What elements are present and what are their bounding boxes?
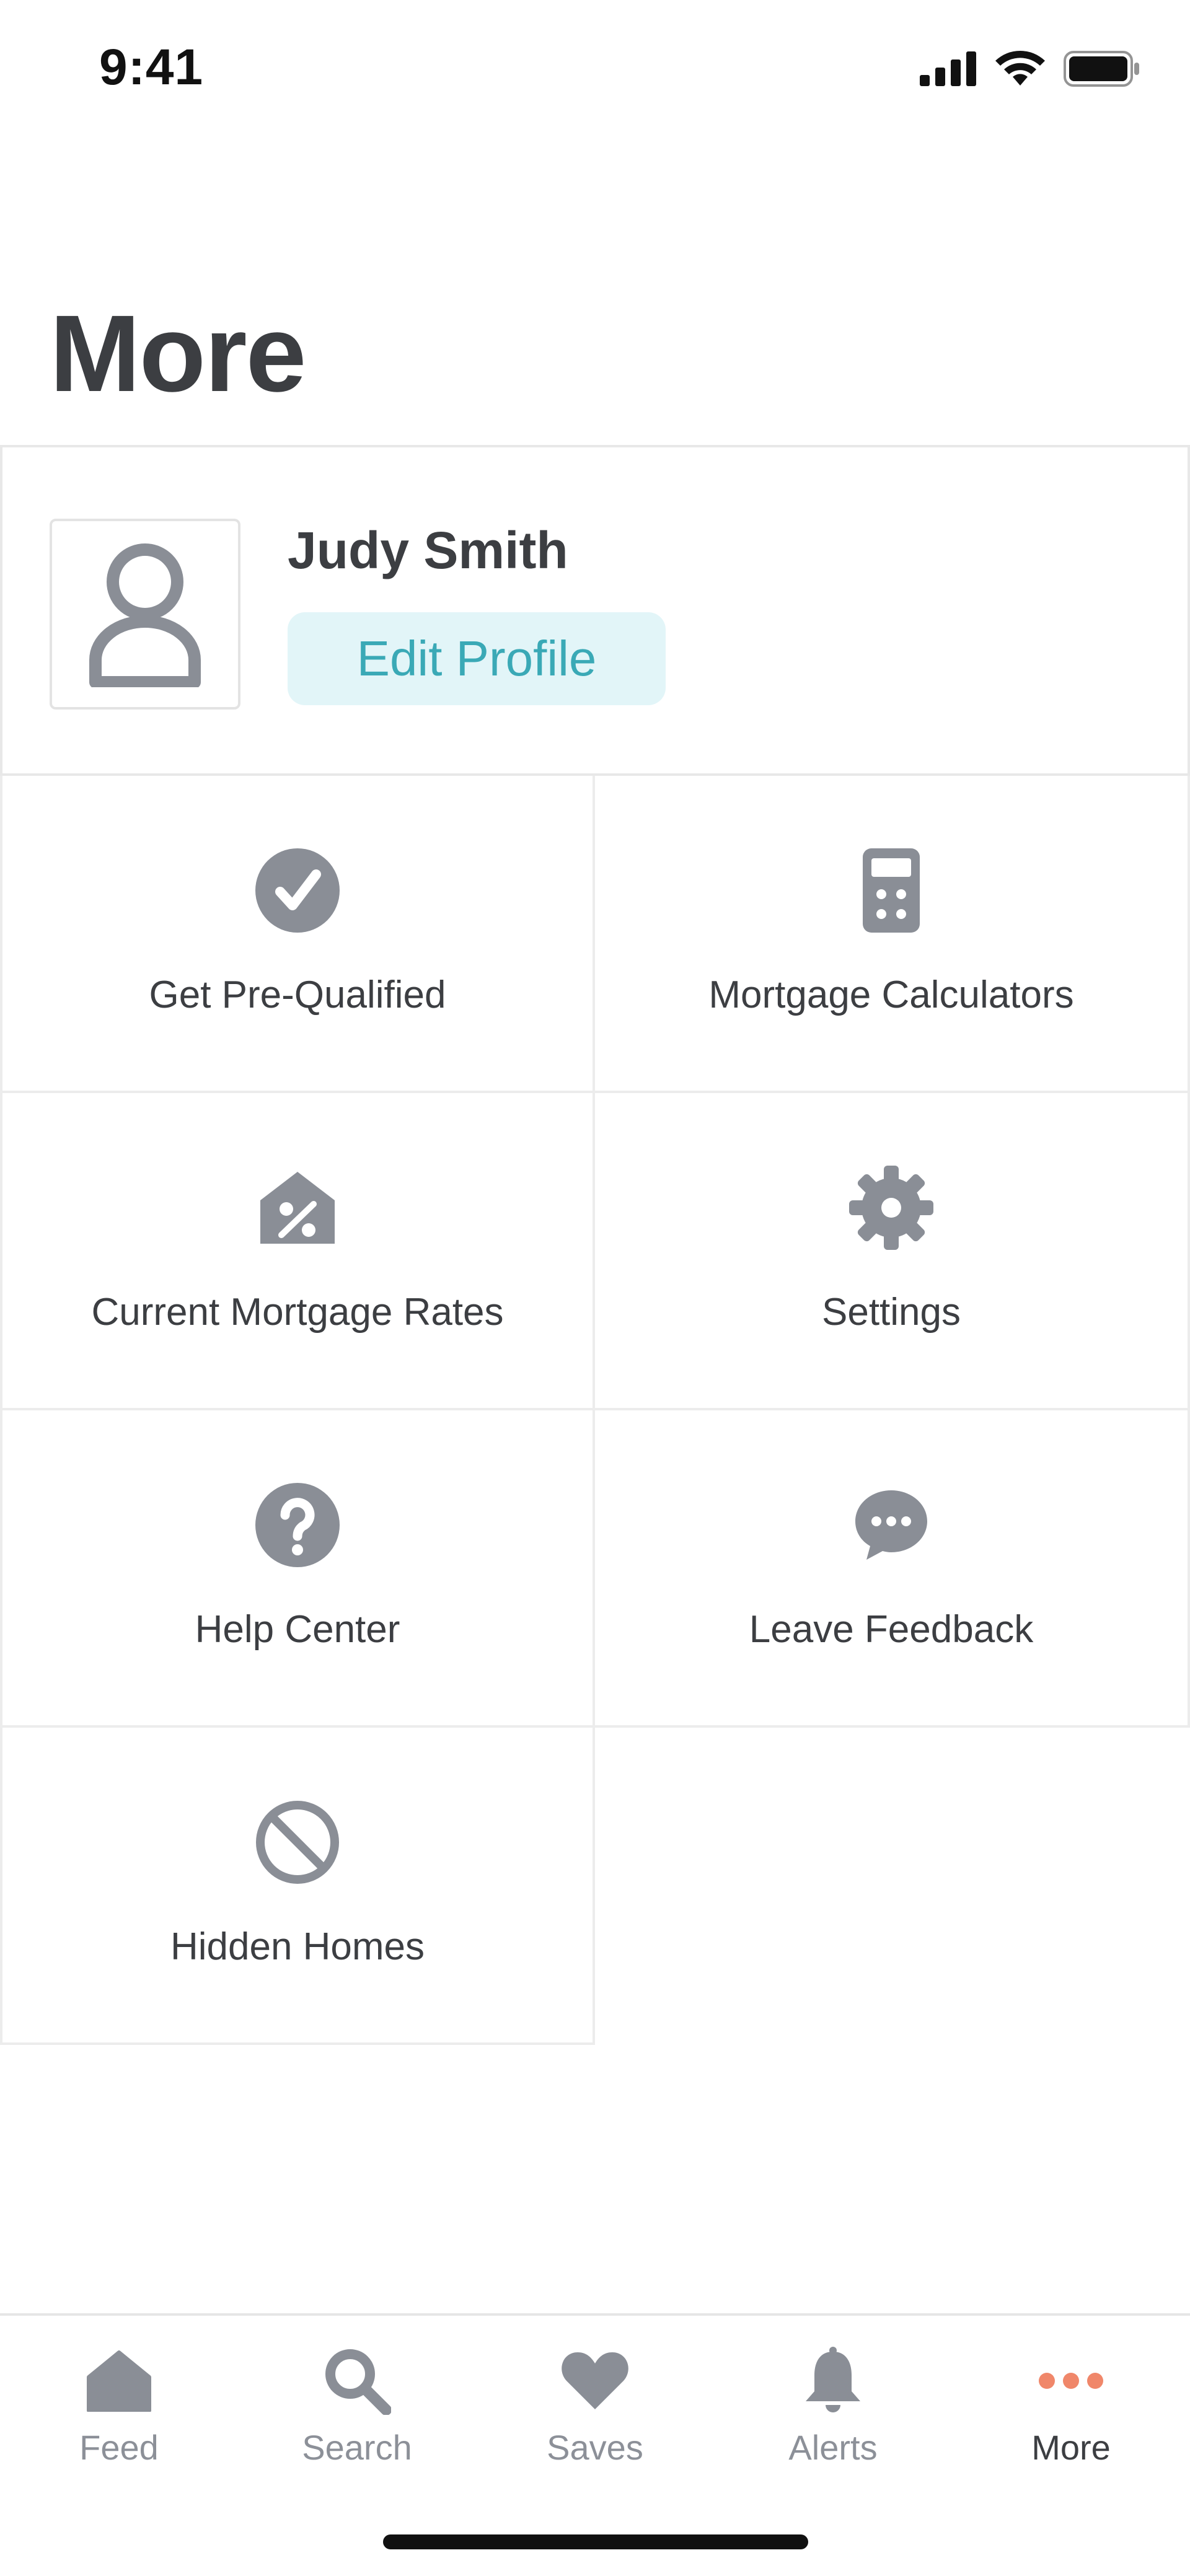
tile-hidden-homes[interactable]: Hidden Homes (0, 1728, 595, 2045)
tile-label: Mortgage Calculators (708, 974, 1074, 1016)
tile-label: Settings (821, 1291, 961, 1334)
tab-saves[interactable]: Saves (476, 2316, 714, 2502)
signal-icon (920, 51, 977, 89)
question-circle-icon (2, 1479, 593, 1572)
status-icons (920, 51, 1140, 90)
tile-leave-feedback[interactable]: Leave Feedback (595, 1410, 1190, 1728)
tile-label: Current Mortgage Rates (91, 1291, 504, 1334)
battery-icon (1064, 51, 1140, 90)
tab-label: Search (302, 2428, 412, 2467)
search-icon (238, 2341, 476, 2421)
prohibited-icon (2, 1796, 593, 1889)
page-title: More (50, 293, 306, 415)
tab-more[interactable]: More (952, 2316, 1190, 2502)
profile-name: Judy Smith (288, 521, 568, 579)
gear-icon (595, 1161, 1188, 1254)
tab-search[interactable]: Search (238, 2316, 476, 2502)
tile-settings[interactable]: Settings (595, 1093, 1190, 1410)
chat-bubble-icon (595, 1479, 1188, 1572)
tab-label: Alerts (788, 2428, 878, 2467)
bell-icon (714, 2341, 952, 2421)
tile-get-pre-qualified[interactable]: Get Pre-Qualified (0, 776, 595, 1093)
tile-label: Leave Feedback (749, 1608, 1034, 1651)
avatar[interactable] (50, 519, 240, 710)
tile-mortgage-calculators[interactable]: Mortgage Calculators (595, 776, 1190, 1093)
status-bar: 9:41 (0, 0, 1190, 143)
check-circle-icon (2, 844, 593, 937)
home-indicator[interactable] (383, 2534, 808, 2549)
tab-label: Feed (79, 2428, 159, 2467)
house-percent-icon (2, 1161, 593, 1254)
more-dots-icon (952, 2341, 1190, 2421)
tile-label: Get Pre-Qualified (149, 974, 446, 1016)
wifi-icon (995, 51, 1045, 90)
tile-current-mortgage-rates[interactable]: Current Mortgage Rates (0, 1093, 595, 1410)
calculator-icon (595, 844, 1188, 937)
status-time: 9:41 (99, 39, 204, 95)
tab-label: Saves (547, 2428, 643, 2467)
tile-help-center[interactable]: Help Center (0, 1410, 595, 1728)
heart-icon (476, 2341, 714, 2421)
tab-feed[interactable]: Feed (0, 2316, 238, 2502)
tile-label: Hidden Homes (170, 1925, 425, 1968)
edit-profile-button[interactable]: Edit Profile (288, 612, 666, 705)
tile-label: Help Center (195, 1608, 400, 1651)
profile-card: Judy Smith Edit Profile (0, 445, 1190, 776)
tab-alerts[interactable]: Alerts (714, 2316, 952, 2502)
tab-label: More (1031, 2428, 1111, 2467)
person-icon (83, 538, 207, 690)
home-icon (0, 2341, 238, 2421)
